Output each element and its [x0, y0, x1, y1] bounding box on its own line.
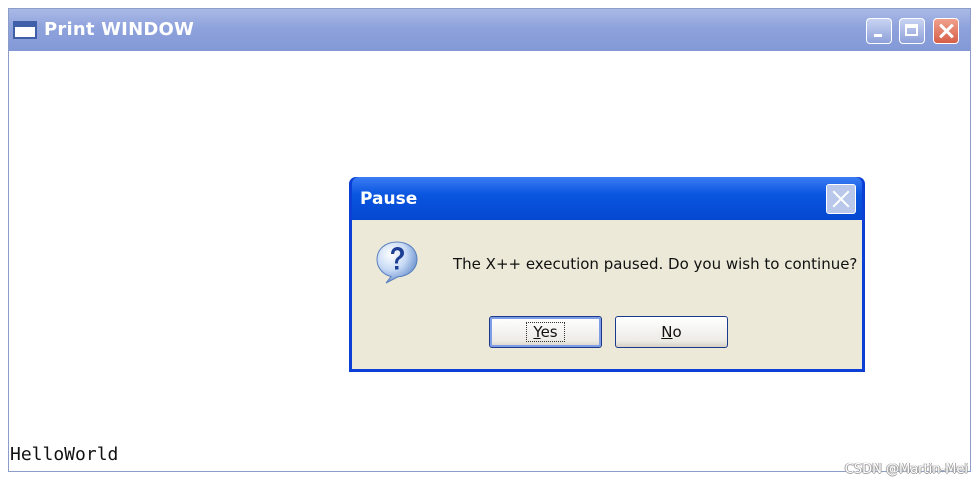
no-button-label: No	[655, 323, 687, 341]
minimize-icon[interactable]	[866, 18, 892, 44]
dialog-title: Pause	[360, 189, 418, 209]
dialog-close-icon[interactable]	[826, 184, 856, 214]
dialog-body: The X++ execution paused. Do you wish to…	[352, 220, 862, 369]
close-icon[interactable]	[933, 18, 959, 44]
output-text: HelloWorld	[10, 444, 119, 465]
maximize-icon[interactable]	[899, 18, 925, 44]
watermark: CSDN @Martin-Mei	[844, 462, 968, 477]
dialog-message: The X++ execution paused. Do you wish to…	[453, 255, 858, 273]
window-title: Print WINDOW	[44, 19, 195, 40]
dialog-title-bar[interactable]: Pause	[352, 177, 862, 220]
window-title-bar[interactable]: Print WINDOW	[9, 9, 970, 51]
no-button[interactable]: No	[615, 316, 728, 348]
yes-label-rest: es	[540, 323, 558, 341]
no-mnemonic: N	[661, 323, 673, 341]
pause-dialog: Pause The X++ execution paused. Do you w…	[349, 177, 865, 372]
question-icon	[376, 241, 418, 284]
yes-button[interactable]: Yes	[489, 316, 602, 348]
window-icon	[13, 21, 37, 39]
no-label-rest: o	[672, 323, 682, 341]
yes-button-label: Yes	[526, 322, 565, 342]
yes-mnemonic: Y	[533, 323, 541, 341]
